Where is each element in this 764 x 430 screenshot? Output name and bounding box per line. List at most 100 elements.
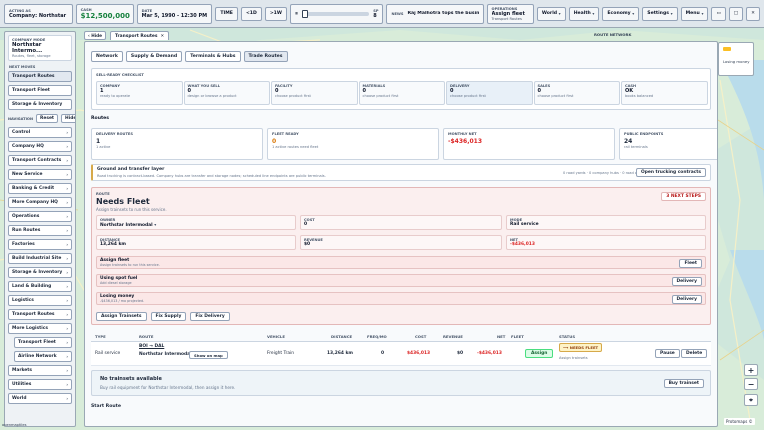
checklist-cell[interactable]: CASH OK books balanced bbox=[621, 81, 708, 105]
subtab-supply-demand[interactable]: Supply & Demand bbox=[125, 51, 183, 62]
nav-hide-button[interactable]: Hide bbox=[61, 114, 75, 123]
operations-box[interactable]: OPERATIONS Assign fleet Transport Routes bbox=[486, 3, 534, 24]
minimize-button[interactable]: ▭ bbox=[711, 6, 726, 21]
mode-cell: MODE Rail service bbox=[506, 215, 706, 230]
checklist-cell[interactable]: SALES 0 choose product first bbox=[533, 81, 620, 105]
stat-note: 1 active routes need fleet bbox=[272, 145, 319, 149]
speed-slider[interactable] bbox=[301, 9, 370, 18]
owner-cell[interactable]: OWNER Northstar Intermodal ▾ bbox=[96, 215, 296, 230]
sidebar-item[interactable]: Utilities › bbox=[8, 379, 72, 390]
menu-economy-button[interactable]: Economy ▾ bbox=[602, 6, 640, 21]
compass-icon[interactable]: ⌖ bbox=[744, 394, 758, 406]
stat-note: 1 active bbox=[96, 145, 111, 149]
menu-health-button[interactable]: Health ▾ bbox=[568, 6, 600, 21]
sidebar-item[interactable]: Markets › bbox=[8, 365, 72, 376]
close-icon[interactable]: ✕ bbox=[161, 34, 165, 39]
warning-fleet-button[interactable]: Fleet bbox=[679, 259, 702, 268]
step-forward-button[interactable]: >1W bbox=[264, 6, 287, 21]
next-move-transport-routes[interactable]: Transport Routes bbox=[8, 71, 72, 82]
assign-trainsets-button[interactable]: Assign Trainsets bbox=[96, 312, 147, 321]
col-type: TYPE bbox=[95, 334, 106, 339]
close-button[interactable]: ✕ bbox=[746, 6, 760, 21]
sidebar-item[interactable]: More Logistics › bbox=[8, 323, 72, 334]
sidebar-item[interactable]: Factories › bbox=[8, 239, 72, 250]
panel-hide-button[interactable]: ‹ Hide bbox=[84, 31, 106, 40]
sidebar-item[interactable]: Banking & Credit › bbox=[8, 183, 72, 194]
next-steps-badge[interactable]: 3 NEXT STEPS bbox=[661, 192, 706, 201]
acting-as-box[interactable]: ACTING AS Company: Northstar Intermodal bbox=[4, 3, 73, 24]
sidebar-item[interactable]: Control › bbox=[8, 127, 72, 138]
checklist-cell[interactable]: DELIVERY 0 choose product first bbox=[446, 81, 533, 105]
col-status: STATUS bbox=[559, 334, 576, 339]
chevron-down-icon: ▾ bbox=[632, 11, 635, 16]
chevron-down-icon: ▾ bbox=[154, 222, 157, 227]
checklist-cell[interactable]: WHAT YOU SELL 0 design or browse a product bbox=[183, 81, 270, 105]
subtab-network[interactable]: Network bbox=[91, 51, 123, 62]
warning-note: Add diesel storage bbox=[100, 281, 132, 285]
sidebar-item[interactable]: Logistics › bbox=[8, 295, 72, 306]
sidebar-item-label: New Service bbox=[12, 172, 43, 177]
next-move-label: Storage & Inventory bbox=[12, 102, 63, 107]
menu-main-button[interactable]: Menu ▾ bbox=[680, 6, 709, 21]
speed-control[interactable]: ⏸ SP 8 bbox=[289, 3, 384, 24]
next-move-transport-fleet[interactable]: Transport Fleet bbox=[8, 85, 72, 96]
sidebar-item[interactable]: Transport Routes › bbox=[8, 309, 72, 320]
sidebar-item[interactable]: Run Routes › bbox=[8, 225, 72, 236]
legend-swatch bbox=[723, 47, 731, 51]
sidebar-item[interactable]: Land & Building › bbox=[8, 281, 72, 292]
sidebar-item[interactable]: Airline Network › bbox=[14, 351, 72, 362]
warning-delivery-button[interactable]: Delivery bbox=[671, 277, 702, 286]
sidebar-item[interactable]: Operations › bbox=[8, 211, 72, 222]
sidebar: COMPANY MODE Northstar Intermo... Routes… bbox=[4, 31, 76, 427]
fix-supply-button[interactable]: Fix Supply bbox=[150, 312, 187, 321]
stat-value: 0 bbox=[272, 138, 277, 145]
show-on-map-button[interactable]: Show on map bbox=[189, 351, 228, 359]
checklist-note: choose product first bbox=[275, 94, 311, 98]
sidebar-item[interactable]: More Company HQ › bbox=[8, 197, 72, 208]
company-card[interactable]: COMPANY MODE Northstar Intermo... Routes… bbox=[8, 35, 72, 61]
next-move-storage[interactable]: Storage & Inventory bbox=[8, 99, 72, 110]
map-legend[interactable]: Losing money bbox=[718, 42, 754, 76]
maximize-button[interactable]: □ bbox=[728, 6, 744, 21]
table-row[interactable]: Rail service BOI → DAL Northstar Intermo… bbox=[91, 342, 711, 366]
sidebar-item[interactable]: Build Industrial Site › bbox=[8, 253, 72, 264]
sidebar-item-label: Transport Contracts bbox=[12, 158, 62, 163]
speed-slider-handle[interactable] bbox=[301, 9, 308, 18]
sidebar-item[interactable]: Storage & Inventory › bbox=[8, 267, 72, 278]
sidebar-item[interactable]: Transport Fleet › bbox=[14, 337, 72, 348]
tab-transport-routes[interactable]: Transport Routes ✕ bbox=[109, 31, 170, 40]
row-assign-button[interactable]: Assign bbox=[525, 349, 554, 358]
chevron-right-icon: › bbox=[66, 284, 68, 289]
checklist-cell[interactable]: MATERIALS 0 choose product first bbox=[358, 81, 445, 105]
nav-reset-button[interactable]: Reset bbox=[35, 114, 59, 123]
zoom-out-button[interactable]: − bbox=[744, 378, 758, 390]
row-route-code[interactable]: BOI → DAL bbox=[139, 344, 164, 349]
chevron-right-icon: › bbox=[66, 298, 68, 303]
map-attribution[interactable]: Protomaps © bbox=[724, 418, 755, 425]
time-button[interactable]: TIME bbox=[215, 6, 238, 21]
subtab-terminals-hubs[interactable]: Terminals & Hubs bbox=[185, 51, 241, 62]
play-icon[interactable]: ⏸ bbox=[295, 10, 298, 18]
buy-trainset-button[interactable]: Buy trainset bbox=[663, 379, 704, 388]
menu-world-button[interactable]: World ▾ bbox=[536, 6, 566, 21]
sidebar-item[interactable]: New Service › bbox=[8, 169, 72, 180]
checklist-note: choose product first bbox=[362, 94, 399, 98]
subtab-trade-routes[interactable]: Trade Routes bbox=[243, 51, 288, 62]
sidebar-item[interactable]: World › bbox=[8, 393, 72, 404]
checklist-cell[interactable]: FACILITY 0 choose product first bbox=[271, 81, 358, 105]
menu-settings-button[interactable]: Settings ▾ bbox=[642, 6, 678, 21]
news-ticker[interactable]: NEWS Raj Malhotra tops the business rank… bbox=[386, 3, 484, 24]
checklist-cell[interactable]: COMPANY 1 ready to operate bbox=[96, 81, 183, 105]
warning-delivery-button-2[interactable]: Delivery bbox=[671, 295, 702, 304]
zoom-in-button[interactable]: + bbox=[744, 364, 758, 376]
distance-cell: DISTANCE 13,264 km bbox=[96, 235, 296, 250]
warning-note: Assign trainsets to run this service. bbox=[100, 263, 160, 267]
delete-button[interactable]: Delete bbox=[681, 349, 708, 358]
fix-delivery-button[interactable]: Fix Delivery bbox=[190, 312, 230, 321]
sidebar-item[interactable]: Transport Contracts › bbox=[8, 155, 72, 166]
pause-button[interactable]: Pause bbox=[655, 349, 680, 358]
chevron-left-icon: ‹ bbox=[88, 33, 90, 38]
sidebar-item[interactable]: Company HQ › bbox=[8, 141, 72, 152]
step-back-button[interactable]: <1D bbox=[240, 6, 262, 21]
open-trucking-contracts-button[interactable]: Open trucking contracts bbox=[635, 168, 706, 177]
